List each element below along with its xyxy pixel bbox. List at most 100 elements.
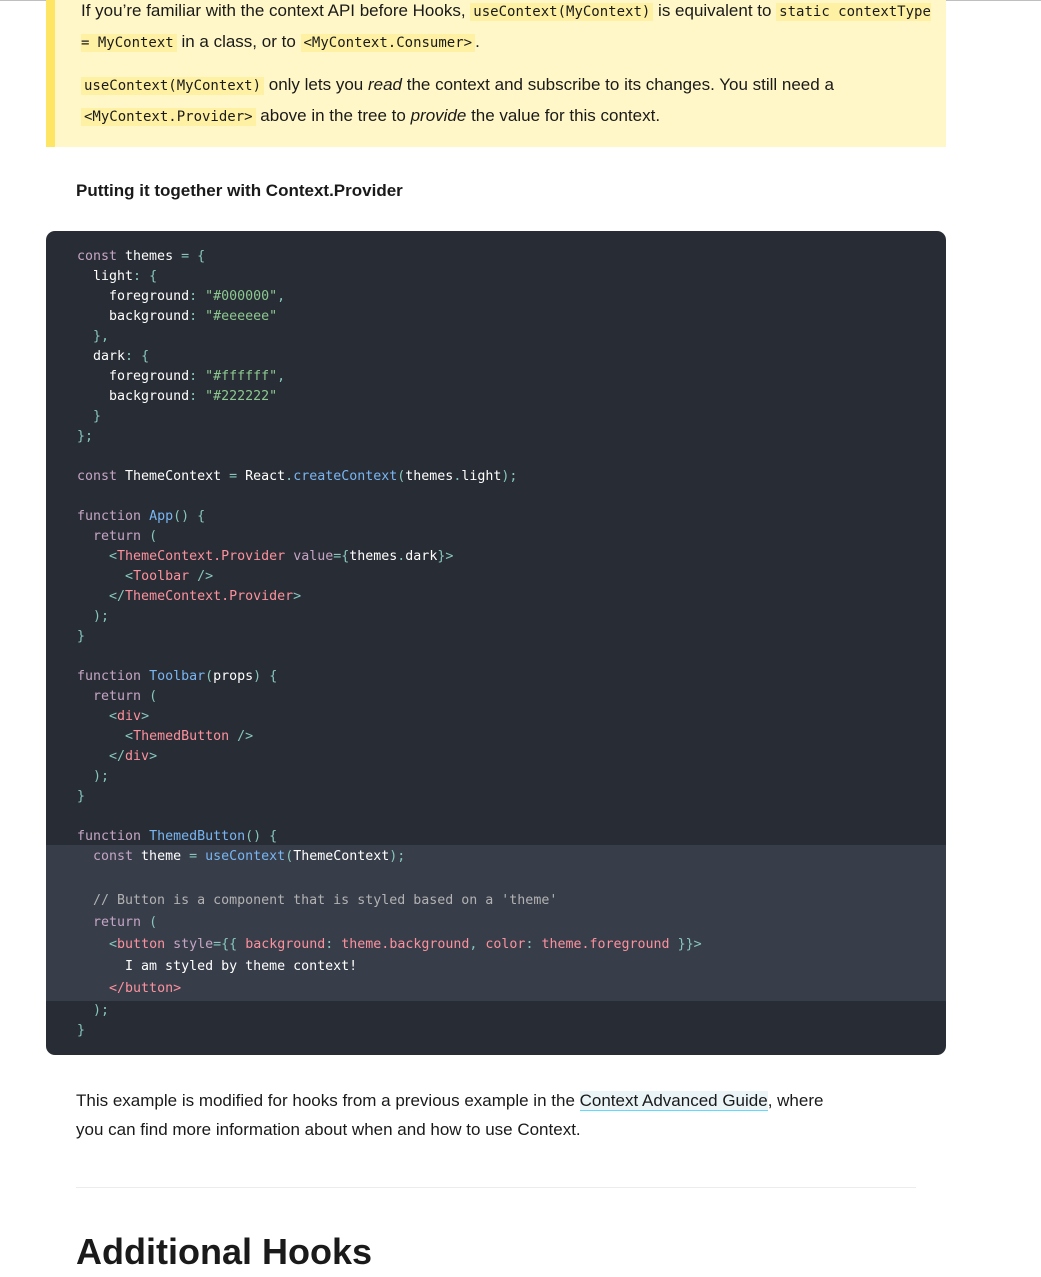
emphasis: provide: [410, 106, 467, 125]
code-token: ={: [333, 549, 350, 564]
code-line: // Button is a component that is styled …: [77, 891, 557, 911]
code-token: ={{: [213, 937, 238, 952]
code-line: background: "#eeeeee": [77, 307, 277, 327]
code-token: (: [149, 915, 158, 930]
code-line: light: {: [77, 267, 157, 287]
code-token: "#000000": [205, 289, 278, 304]
code-line: background: "#222222": [77, 387, 277, 407]
code-token: );: [93, 1003, 110, 1018]
code-token: foreground: [77, 289, 190, 304]
code-token: {: [197, 249, 206, 264]
code-token: dark: [405, 549, 438, 564]
code-token: background: [77, 389, 190, 404]
section-heading: Putting it together with Context.Provide…: [76, 181, 403, 200]
code-token: </: [109, 589, 126, 604]
code-token: light: [77, 269, 134, 284]
code-token: function: [77, 509, 142, 524]
code-token: const: [77, 249, 118, 264]
code-token: }: [77, 1023, 86, 1038]
code-token: :: [189, 309, 198, 324]
code-line: </div>: [77, 747, 157, 767]
code-token: );: [501, 469, 518, 484]
code-token: themes: [349, 549, 398, 564]
code-token: function: [77, 669, 142, 684]
code-token: Toolbar: [149, 669, 206, 684]
code-token: (): [173, 509, 190, 524]
text-run: the context and subscribe to its changes…: [402, 75, 834, 94]
code-line: return (: [77, 687, 157, 707]
code-token: foreground: [77, 369, 190, 384]
code-token: );: [389, 849, 406, 864]
code-token: ,: [277, 369, 286, 384]
code-line: function ThemedButton() {: [77, 827, 277, 847]
code-token: color: [485, 937, 526, 952]
code-token: div: [117, 709, 142, 724]
context-advanced-guide-link[interactable]: Context Advanced Guide: [579, 1091, 768, 1111]
code-token: }>: [437, 549, 454, 564]
text-run: .: [475, 32, 480, 51]
code-token: dark: [77, 349, 126, 364]
code-line: );: [77, 607, 109, 627]
code-token: />: [197, 569, 214, 584]
text-run: in a class, or to: [176, 32, 301, 51]
code-token: button: [117, 937, 166, 952]
code-token: div: [125, 749, 150, 764]
code-line: <button style={{ background: theme.backg…: [77, 935, 702, 955]
code-token: );: [93, 609, 110, 624]
code-token: useContext: [205, 849, 286, 864]
code-line: <div>: [77, 707, 149, 727]
code-token: {: [197, 509, 206, 524]
code-token: {: [141, 349, 150, 364]
code-token: theme.background: [341, 937, 470, 952]
emphasis: read: [367, 75, 402, 94]
code-token: const: [93, 849, 134, 864]
code-line: }: [77, 1021, 85, 1041]
code-token: theme.foreground: [541, 937, 670, 952]
code-token: }: [77, 629, 86, 644]
code-token: (: [285, 849, 294, 864]
code-token: style: [173, 937, 214, 952]
code-line: I am styled by theme context!: [77, 957, 357, 977]
code-token: "#222222": [205, 389, 278, 404]
code-line: dark: {: [77, 347, 149, 367]
code-token: }: [77, 789, 86, 804]
code-line: </ThemeContext.Provider>: [77, 587, 301, 607]
code-token: ,: [277, 289, 286, 304]
code-token: ThemedButton: [149, 829, 246, 844]
code-token: =: [189, 849, 198, 864]
code-block[interactable]: const themes = { light: { foreground: "#…: [46, 231, 946, 1055]
code-line: <ThemeContext.Provider value={themes.dar…: [77, 547, 453, 567]
note-paragraph-2: useContext(MyContext) only lets you read…: [81, 70, 941, 132]
code-token: :: [189, 289, 198, 304]
code-token: =: [181, 249, 190, 264]
code-line: }: [77, 627, 85, 647]
inline-code: <MyContext.Provider>: [81, 108, 256, 126]
code-token: return: [93, 529, 142, 544]
